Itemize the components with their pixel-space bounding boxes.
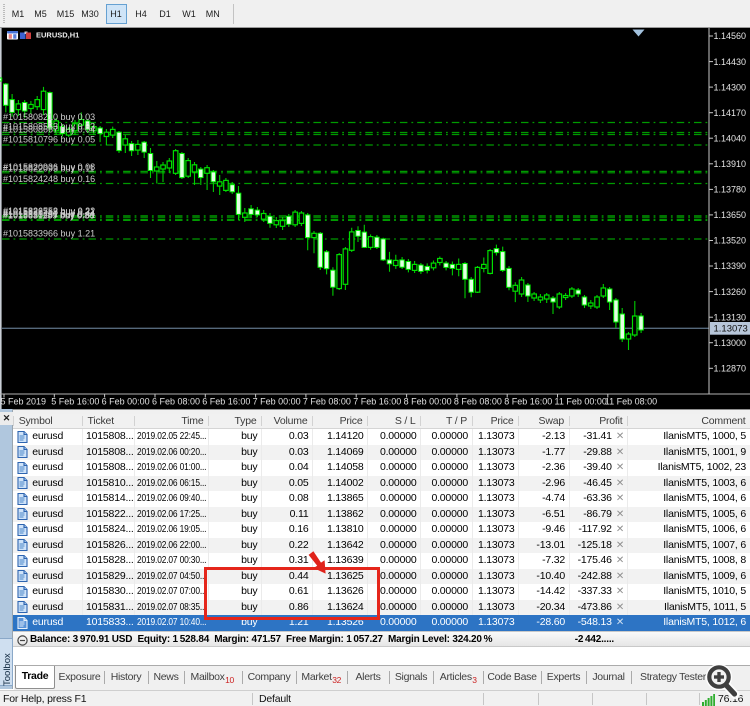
svg-text:1.14430: 1.14430 bbox=[714, 57, 747, 67]
svg-text:#1015831189 buy 0.86: #1015831189 buy 0.86 bbox=[3, 210, 94, 220]
svg-text:5 Feb 2019: 5 Feb 2019 bbox=[1, 397, 47, 407]
svg-text:EURUSD,H1: EURUSD,H1 bbox=[36, 31, 79, 40]
svg-text:11 Feb 08:00: 11 Feb 08:00 bbox=[605, 397, 657, 407]
svg-text:1.13650: 1.13650 bbox=[714, 210, 747, 220]
svg-text:#1015824248 buy 0.16: #1015824248 buy 0.16 bbox=[3, 174, 95, 184]
svg-text:7 Feb 08:00: 7 Feb 08:00 bbox=[303, 397, 351, 407]
svg-text:7 Feb 00:00: 7 Feb 00:00 bbox=[253, 397, 301, 407]
svg-text:8 Feb 00:00: 8 Feb 00:00 bbox=[404, 397, 452, 407]
svg-text:7 Feb 16:00: 7 Feb 16:00 bbox=[353, 397, 401, 407]
svg-text:#1015810796 buy 0.05: #1015810796 buy 0.05 bbox=[3, 135, 95, 145]
svg-text:1.13780: 1.13780 bbox=[714, 185, 747, 195]
svg-text:1.13520: 1.13520 bbox=[714, 236, 747, 246]
svg-text:6 Feb 08:00: 6 Feb 08:00 bbox=[152, 397, 200, 407]
svg-text:1.14170: 1.14170 bbox=[714, 108, 747, 118]
svg-text:1.13073: 1.13073 bbox=[714, 323, 748, 334]
svg-text:6 Feb 16:00: 6 Feb 16:00 bbox=[202, 397, 250, 407]
svg-text:1.13390: 1.13390 bbox=[714, 261, 747, 271]
svg-text:8 Feb 08:00: 8 Feb 08:00 bbox=[454, 397, 502, 407]
svg-text:1.14040: 1.14040 bbox=[714, 133, 747, 143]
svg-text:1.13260: 1.13260 bbox=[714, 287, 747, 297]
svg-text:1.14300: 1.14300 bbox=[714, 82, 747, 92]
svg-text:#1015833966 buy 1.21: #1015833966 buy 1.21 bbox=[3, 229, 95, 239]
svg-text:5 Feb 16:00: 5 Feb 16:00 bbox=[51, 397, 99, 407]
svg-text:6 Feb 00:00: 6 Feb 00:00 bbox=[102, 397, 150, 407]
svg-text:1.14560: 1.14560 bbox=[714, 31, 747, 41]
svg-text:8 Feb 16:00: 8 Feb 16:00 bbox=[504, 397, 552, 407]
svg-text:1.13000: 1.13000 bbox=[714, 338, 747, 348]
svg-text:#1015808667 buy 0.04: #1015808667 buy 0.04 bbox=[3, 124, 95, 134]
svg-text:1.12870: 1.12870 bbox=[714, 364, 747, 374]
svg-text:#1015822093 buy 0.11: #1015822093 buy 0.11 bbox=[3, 164, 94, 174]
svg-text:#1015808210 buy 0.03: #1015808210 buy 0.03 bbox=[3, 112, 95, 122]
svg-text:11 Feb 00:00: 11 Feb 00:00 bbox=[555, 397, 607, 407]
svg-text:1.13130: 1.13130 bbox=[714, 312, 747, 322]
svg-text:1.13910: 1.13910 bbox=[714, 159, 747, 169]
svg-text:Toolbox: Toolbox bbox=[2, 653, 13, 686]
